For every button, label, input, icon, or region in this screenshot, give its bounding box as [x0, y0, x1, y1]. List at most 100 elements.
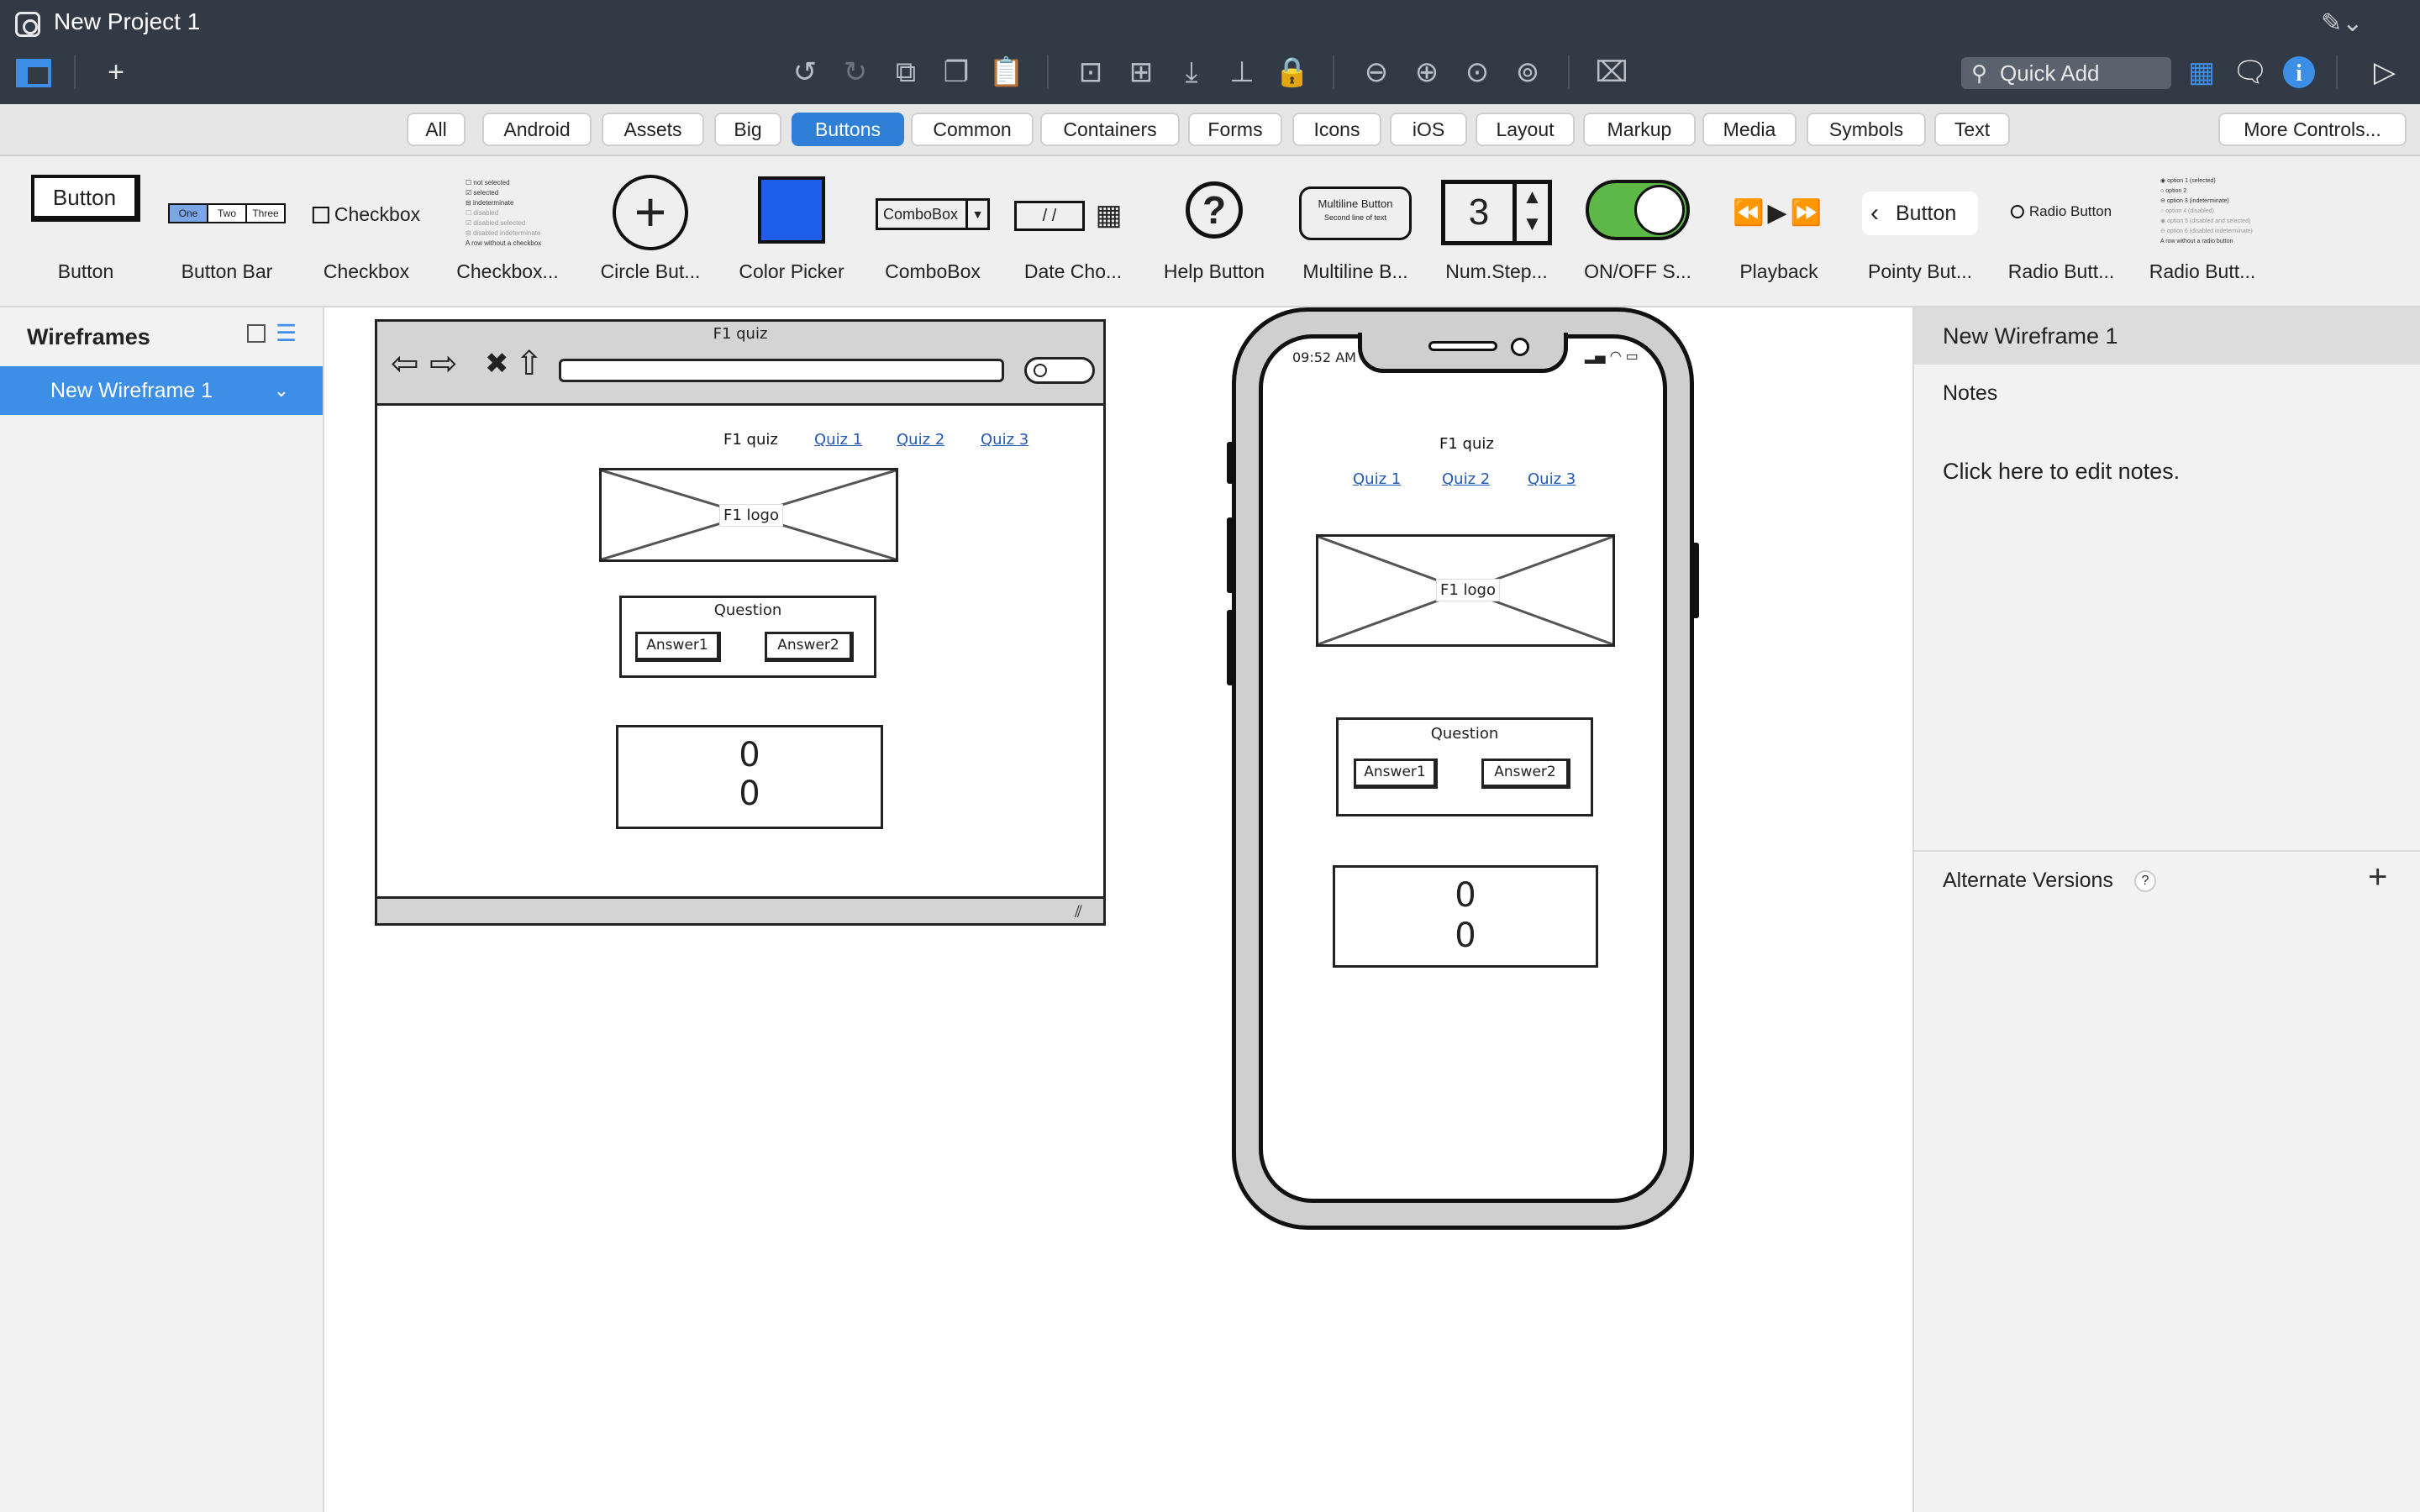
wireframe-title[interactable]: New Wireframe 1: [1914, 307, 2420, 365]
grid-view-icon[interactable]: [247, 324, 266, 343]
zoom-out-icon[interactable]: ⊖: [1358, 54, 1395, 91]
panel-divider: [1914, 850, 2420, 852]
component-label: Checkbox...: [456, 260, 559, 282]
add-wireframe-icon[interactable]: +: [97, 54, 134, 91]
phone-speaker: [1428, 341, 1497, 351]
library-tabs: All Android Assets Big Buttons Common Co…: [0, 104, 2420, 156]
component-checkbox[interactable]: Checkbox Checkbox: [308, 156, 425, 307]
component-label: Color Picker: [739, 260, 844, 282]
circle-button-preview: +: [613, 175, 688, 250]
phone-wireframe[interactable]: 09:52 AM ▂▄ ◠ ▭ F1 quiz Quiz 1 Quiz 2 Qu…: [1227, 307, 1699, 1230]
zoom-fit-icon[interactable]: ⊚: [1509, 54, 1546, 91]
logo-image-placeholder: F1 logo: [1316, 534, 1615, 647]
tab-all[interactable]: All: [407, 113, 466, 146]
phone-camera: [1511, 338, 1529, 356]
status-icons: ▂▄ ◠ ▭: [1585, 348, 1639, 364]
duplicate-icon[interactable]: ⧉: [887, 54, 924, 91]
edit-mode-icon[interactable]: ✎⌄: [2321, 8, 2363, 38]
redo-icon[interactable]: ↻: [837, 54, 874, 91]
tab-media[interactable]: Media: [1702, 113, 1797, 146]
component-label: ON/OFF S...: [1584, 260, 1691, 282]
copy-icon[interactable]: ❐: [938, 54, 975, 91]
button-bar-preview: One Two Three: [168, 203, 286, 223]
component-checkbox-group[interactable]: ☐ not selected ☑ selected ⊟ indeterminat…: [449, 156, 566, 307]
delete-icon[interactable]: ⌧: [1593, 54, 1630, 91]
list-view-icon[interactable]: ☰: [276, 322, 297, 345]
info-icon[interactable]: i: [2281, 54, 2317, 91]
wireframe-canvas[interactable]: F1 quiz ⇦ ⇨ ✖ ⇧ F1 quiz Quiz 1 Quiz 2 Qu…: [324, 307, 1912, 1512]
tab-ios[interactable]: iOS: [1390, 113, 1467, 146]
tab-icons[interactable]: Icons: [1292, 113, 1381, 146]
help-icon[interactable]: ?: [2134, 870, 2156, 892]
score-box: 0 0: [1333, 865, 1598, 968]
paste-icon[interactable]: 📋: [988, 54, 1025, 91]
quick-add-search[interactable]: ⚲ Quick Add: [1961, 57, 2171, 89]
combobox-preview: ComboBox ▼: [876, 198, 990, 230]
playback-preview: ⏪▶⏩: [1733, 198, 1825, 228]
component-multiline-button[interactable]: Multiline Button Second line of text Mul…: [1294, 156, 1417, 307]
nav-link-quiz-3: Quiz 3: [1528, 470, 1576, 488]
resize-grip-icon: ⫽: [1075, 901, 1082, 921]
component-button[interactable]: Button Button: [18, 156, 153, 307]
score-value-2: 0: [739, 774, 760, 813]
zoom-in-icon[interactable]: ⊕: [1408, 54, 1445, 91]
component-radio-button-group[interactable]: ◉ option 1 (selected) ○ option 2 ⊖ optio…: [2141, 156, 2264, 307]
send-back-icon[interactable]: ⤓: [1173, 54, 1210, 91]
switch-preview: [1586, 180, 1690, 240]
component-playback[interactable]: ⏪▶⏩ Playback: [1716, 156, 1842, 307]
tab-containers[interactable]: Containers: [1040, 113, 1180, 146]
component-on-off-switch[interactable]: ON/OFF S...: [1576, 156, 1699, 307]
tab-layout[interactable]: Layout: [1476, 113, 1575, 146]
present-icon[interactable]: ▷: [2366, 54, 2403, 91]
tab-android[interactable]: Android: [482, 113, 592, 146]
ui-library-icon[interactable]: ▦: [2183, 54, 2220, 91]
tab-text[interactable]: Text: [1934, 113, 2010, 146]
tab-symbols[interactable]: Symbols: [1807, 113, 1926, 146]
chevron-left-icon: ‹: [1870, 199, 1879, 227]
logo-label: F1 logo: [1436, 579, 1500, 601]
lock-icon[interactable]: 🔒: [1274, 54, 1311, 91]
group-icon[interactable]: ⊡: [1072, 54, 1109, 91]
component-circle-button[interactable]: + Circle But...: [592, 156, 709, 307]
tab-buttons[interactable]: Buttons: [792, 113, 904, 146]
component-pointy-button[interactable]: ‹ Button Pointy But...: [1859, 156, 1981, 307]
chevron-down-icon[interactable]: ⌄: [274, 366, 289, 415]
properties-panel: New Wireframe 1 Notes Click here to edit…: [1912, 307, 2420, 1512]
component-strip: Button Button One Two Three Button Bar C…: [0, 156, 2420, 307]
toolbar-divider: [74, 55, 76, 89]
component-color-picker[interactable]: Color Picker: [734, 156, 849, 307]
browser-wireframe[interactable]: F1 quiz ⇦ ⇨ ✖ ⇧ F1 quiz Quiz 1 Quiz 2 Qu…: [375, 319, 1106, 926]
question-box: Question Answer1 Answer2: [619, 596, 876, 678]
component-button-bar[interactable]: One Two Three Button Bar: [158, 156, 296, 307]
svg-text:i: i: [2296, 60, 2302, 87]
component-help-button[interactable]: ? Help Button: [1153, 156, 1276, 307]
browser-title: F1 quiz: [713, 325, 768, 343]
component-radio-button[interactable]: Radio Button Radio Butt...: [2000, 156, 2123, 307]
ungroup-icon[interactable]: ⊞: [1123, 54, 1160, 91]
more-controls-button[interactable]: More Controls...: [2218, 113, 2407, 146]
zoom-actual-icon[interactable]: ⊙: [1459, 54, 1496, 91]
score-box: 0 0: [616, 725, 883, 829]
tab-forms[interactable]: Forms: [1188, 113, 1282, 146]
component-label: Num.Step...: [1445, 260, 1548, 282]
alternate-versions-label: Alternate Versions: [1943, 869, 2113, 892]
tab-assets[interactable]: Assets: [602, 113, 704, 146]
browser-chrome: F1 quiz ⇦ ⇨ ✖ ⇧: [377, 322, 1103, 406]
rewind-icon: ⏪: [1733, 199, 1768, 227]
component-date-chooser[interactable]: / / ▦ Date Cho...: [1012, 156, 1134, 307]
undo-icon[interactable]: ↺: [786, 54, 823, 91]
tab-big[interactable]: Big: [714, 113, 781, 146]
wireframe-list-item[interactable]: New Wireframe 1 ⌄: [0, 366, 323, 415]
comments-icon[interactable]: 🗨: [2232, 54, 2269, 91]
component-numeric-stepper[interactable]: 3 ▲ ▼ Num.Step...: [1435, 156, 1558, 307]
toggle-sidebar-icon[interactable]: [15, 54, 52, 91]
component-combobox[interactable]: ComboBox ▼ ComboBox: [871, 156, 995, 307]
browser-status-bar: [377, 896, 1103, 923]
add-version-icon[interactable]: +: [2368, 858, 2387, 896]
notes-editor[interactable]: Click here to edit notes.: [1943, 459, 2180, 485]
align-icon[interactable]: ⊥: [1223, 54, 1260, 91]
tab-markup[interactable]: Markup: [1583, 113, 1696, 146]
numeric-stepper-preview: 3 ▲ ▼: [1441, 180, 1552, 245]
answer-1-button: Answer1: [635, 632, 721, 662]
tab-common[interactable]: Common: [911, 113, 1034, 146]
